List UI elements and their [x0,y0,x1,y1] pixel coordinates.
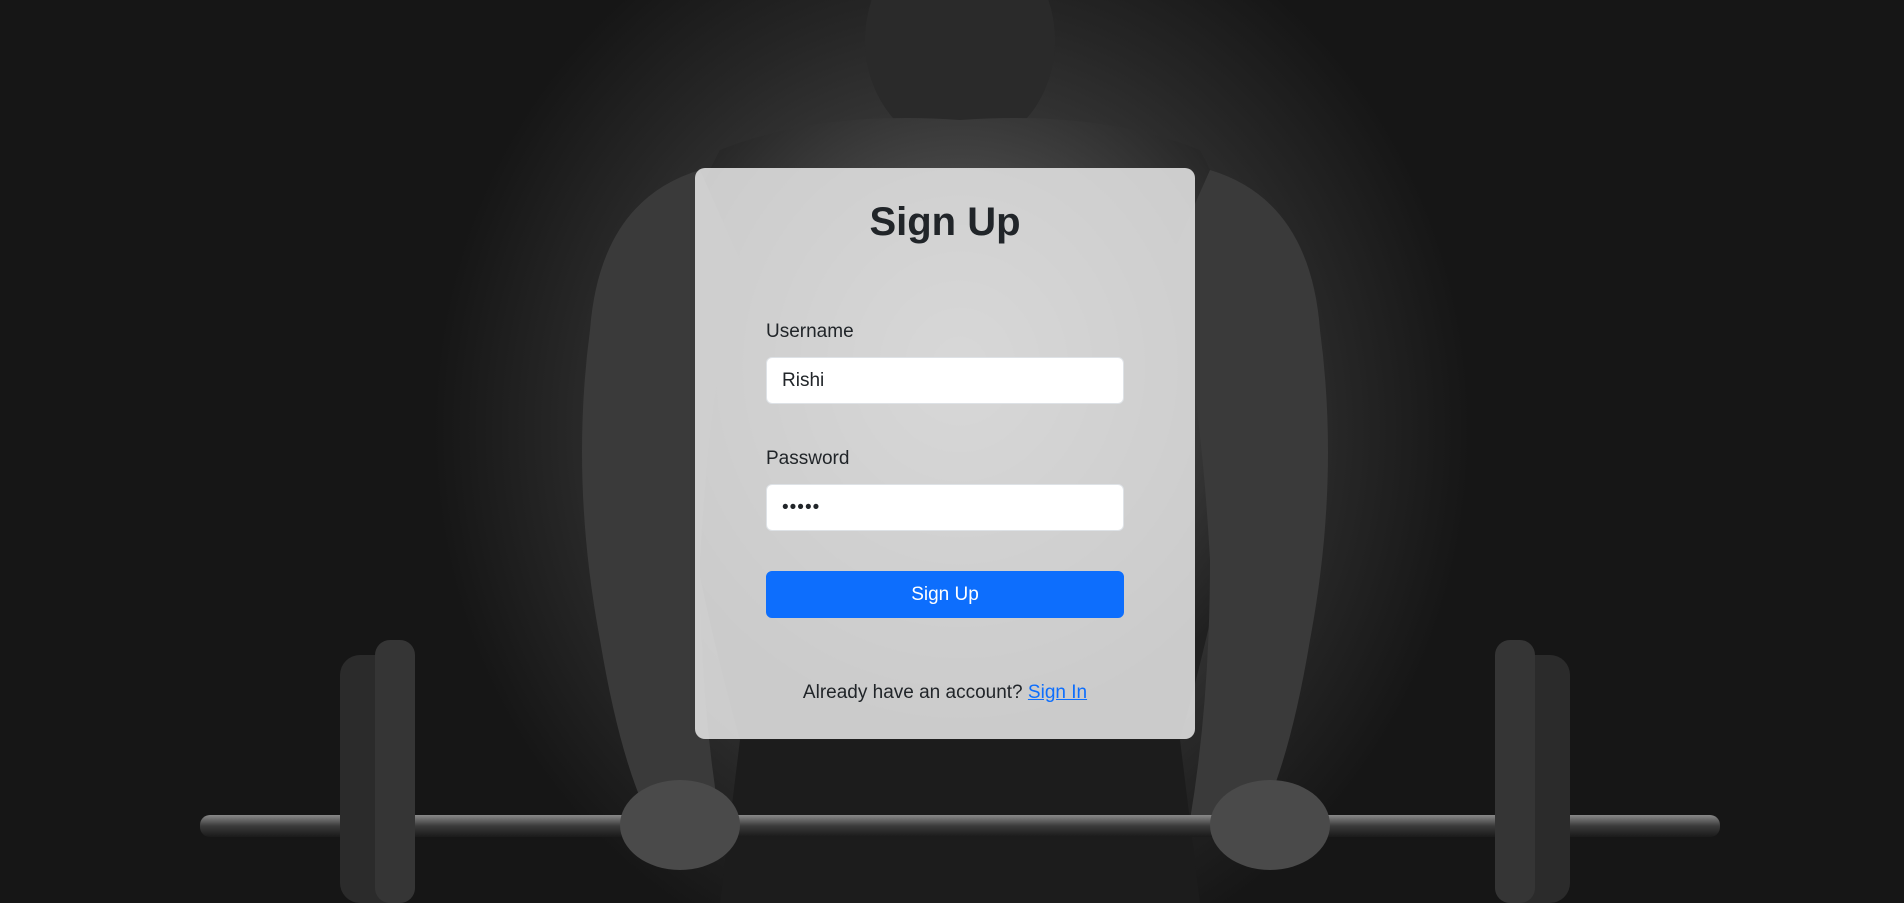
password-label: Password [766,448,850,469]
page-title: Sign Up [869,200,1021,244]
username-input[interactable] [766,357,1124,404]
password-input[interactable] [766,484,1124,531]
signup-card: Sign Up Username Password Sign Up Alread… [695,168,1195,739]
signin-prompt: Already have an account? Sign In [695,682,1195,704]
signup-button[interactable]: Sign Up [766,571,1124,618]
username-label: Username [766,321,854,342]
signin-link[interactable]: Sign In [1028,682,1087,703]
signin-prompt-text: Already have an account? [802,682,1023,703]
